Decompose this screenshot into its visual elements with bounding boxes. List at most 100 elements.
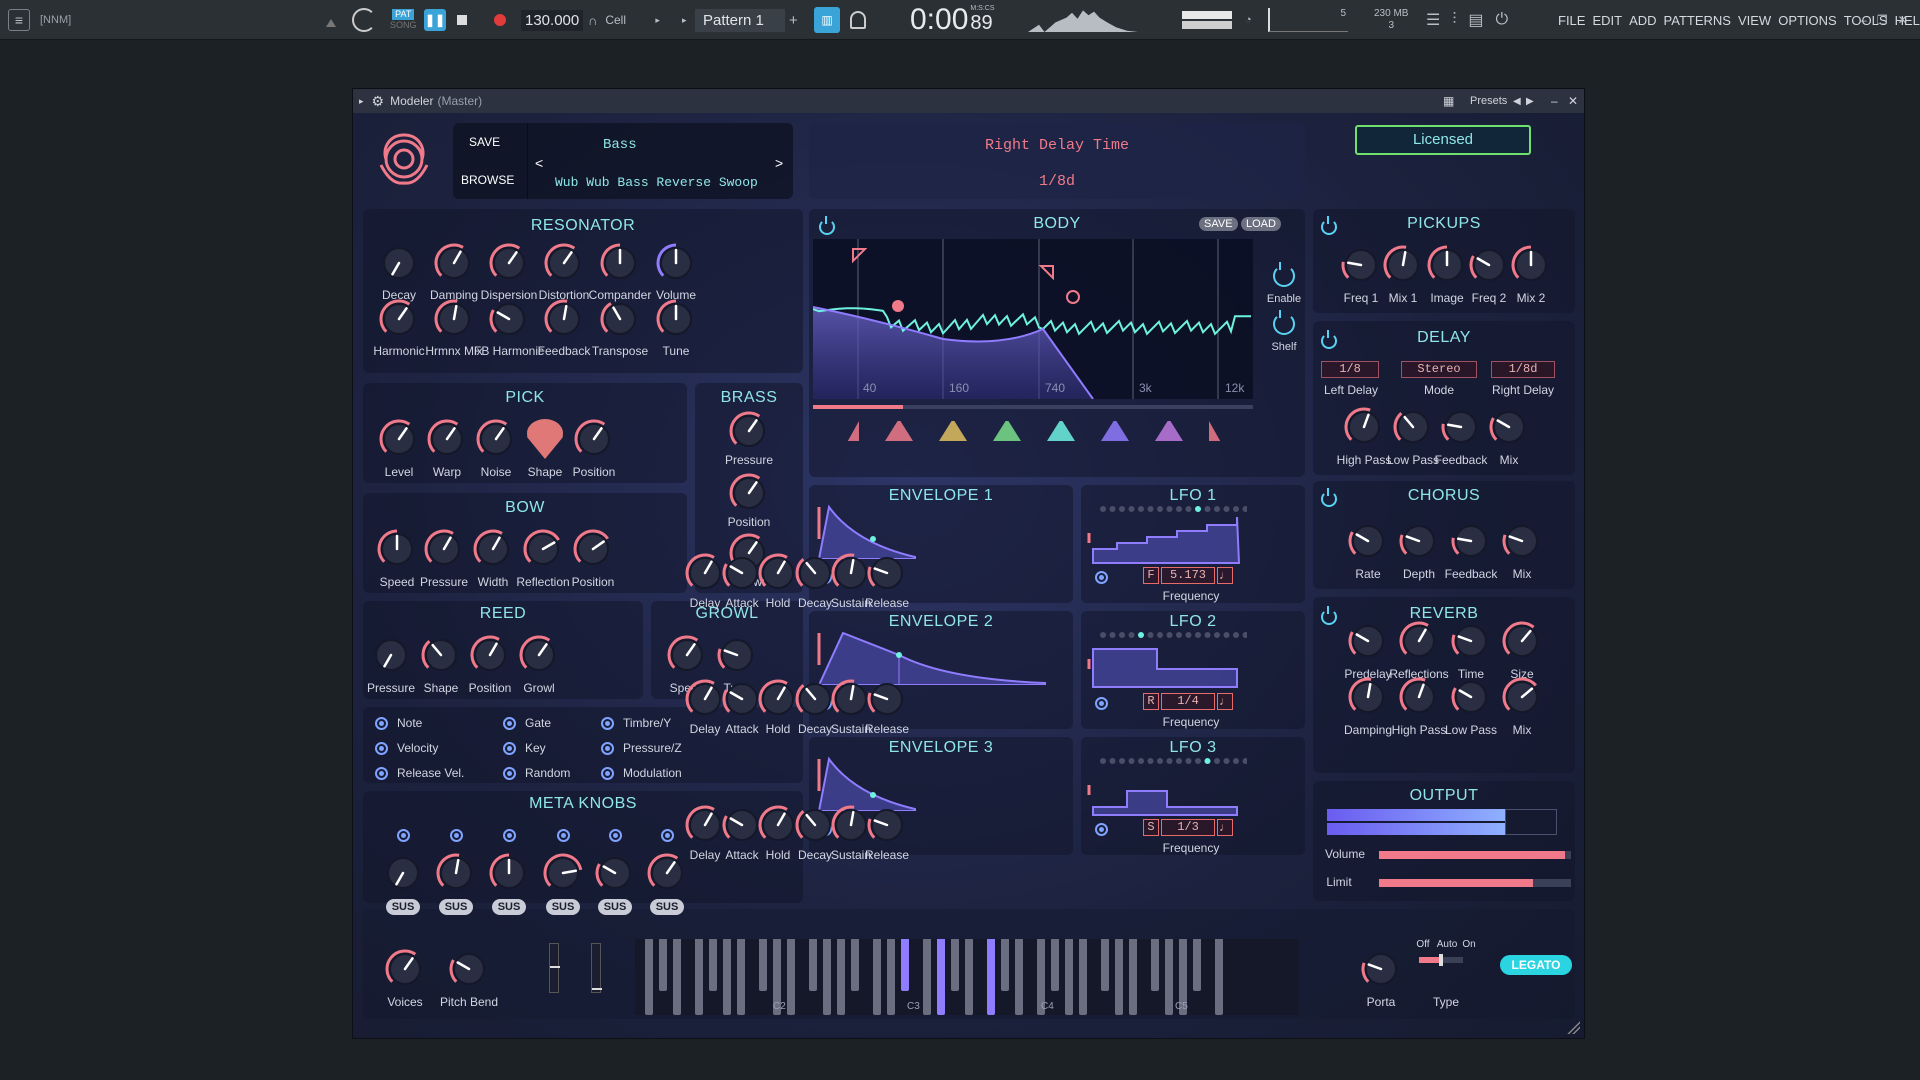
- maximize-icon[interactable]: ❐: [1877, 13, 1888, 27]
- pick-position-knob[interactable]: [573, 418, 615, 460]
- resonator-distortion-knob[interactable]: [543, 242, 585, 284]
- hint-bar-icon[interactable]: ≡: [8, 9, 30, 31]
- menu-file[interactable]: FILE: [1558, 13, 1585, 28]
- envelope-3-graph[interactable]: [815, 755, 1067, 812]
- resonator-fb-harmonic-knob[interactable]: [488, 298, 530, 340]
- snap-select[interactable]: Cell: [605, 13, 655, 27]
- piano-key[interactable]: [901, 939, 909, 991]
- pattern-arrow-icon[interactable]: ▸: [682, 15, 687, 26]
- meta-5-mod-radio[interactable]: [609, 829, 622, 842]
- body-filter-band-8-icon[interactable]: [1209, 421, 1237, 441]
- piano-key[interactable]: [965, 939, 973, 1015]
- body-filter-band-3-icon[interactable]: [939, 421, 967, 441]
- piano-key[interactable]: [1151, 939, 1159, 991]
- reverb-damping-2-knob[interactable]: [1347, 676, 1389, 718]
- mod-source-timbre-y-radio[interactable]: [601, 717, 614, 730]
- meta-3-sus-button[interactable]: SUS: [492, 899, 526, 915]
- reverb-size-knob[interactable]: [1501, 620, 1543, 662]
- meta-3-mod-radio[interactable]: [503, 829, 516, 842]
- mod-wheel[interactable]: [591, 943, 602, 993]
- meta-6-knob[interactable]: [646, 852, 688, 894]
- menu-patterns[interactable]: PATTERNS: [1664, 13, 1731, 28]
- playlist-icon[interactable]: ☰: [1426, 10, 1440, 30]
- channel-rack-icon[interactable]: ▤: [1468, 10, 1483, 30]
- piano-key[interactable]: [737, 939, 745, 1015]
- time-display[interactable]: 0:00: [910, 3, 968, 37]
- lfo-1-mod-radio[interactable]: [1095, 571, 1108, 584]
- menu-add[interactable]: ADD: [1629, 13, 1656, 28]
- meta-3-knob[interactable]: [488, 852, 530, 894]
- mod-source-key-radio[interactable]: [503, 742, 516, 755]
- lfo-3-mode[interactable]: S: [1143, 819, 1159, 836]
- piano-key[interactable]: [1129, 939, 1137, 1015]
- reverb-predelay-knob[interactable]: [1347, 620, 1389, 662]
- piano-key[interactable]: [1015, 939, 1023, 1015]
- body-range-slider[interactable]: [813, 405, 1253, 409]
- meta-1-mod-radio[interactable]: [397, 829, 410, 842]
- piano-key[interactable]: [1215, 939, 1223, 1015]
- piano-key[interactable]: [809, 939, 817, 991]
- piano-key[interactable]: [823, 939, 831, 1015]
- lfo-3-mod-radio[interactable]: [1095, 823, 1108, 836]
- left-delay-value[interactable]: 1/8: [1321, 361, 1379, 378]
- piano-key[interactable]: [1065, 939, 1073, 1015]
- stop-button[interactable]: [457, 15, 467, 25]
- snap-arrow-icon[interactable]: ▸: [655, 15, 660, 26]
- body-filter-band-4-icon[interactable]: [993, 421, 1021, 441]
- preset-category[interactable]: Bass: [603, 137, 637, 153]
- body-power-icon[interactable]: [819, 216, 835, 235]
- play-pause-button[interactable]: ❚❚: [424, 9, 446, 31]
- piano-key[interactable]: [759, 939, 767, 991]
- master-pitch[interactable]: [1182, 21, 1232, 29]
- piano-key[interactable]: [695, 939, 703, 1015]
- body-filter-band-1-icon[interactable]: [831, 421, 859, 441]
- resize-handle-icon[interactable]: [1566, 1020, 1580, 1034]
- volume-slider[interactable]: [1379, 851, 1571, 859]
- piano-key[interactable]: [659, 939, 667, 991]
- reed-growl-knob[interactable]: [518, 634, 560, 676]
- mod-source-random-radio[interactable]: [503, 767, 516, 780]
- growl-speed-knob[interactable]: [666, 634, 708, 676]
- piano-key[interactable]: [723, 939, 731, 1015]
- piano-key[interactable]: [673, 939, 681, 1015]
- delay-mode-value[interactable]: Stereo: [1401, 361, 1477, 378]
- portamento-type-switch[interactable]: [1419, 954, 1463, 966]
- meta-6-sus-button[interactable]: SUS: [650, 899, 684, 915]
- resonator-compander-knob[interactable]: [599, 242, 641, 284]
- body-graph[interactable]: 40 160 740 3k 12k: [812, 239, 1253, 400]
- record-button[interactable]: [494, 14, 506, 26]
- reverb-time-knob[interactable]: [1450, 620, 1492, 662]
- piano-key[interactable]: [1051, 939, 1059, 991]
- preset-next-button[interactable]: >: [775, 155, 783, 171]
- add-pattern-icon[interactable]: +: [789, 12, 798, 29]
- meta-5-knob[interactable]: [594, 852, 636, 894]
- browser-icon[interactable]: ▦: [1443, 94, 1454, 108]
- piano-key[interactable]: [887, 939, 895, 1015]
- reverb-reflections-knob[interactable]: [1398, 620, 1440, 662]
- envelope-2-release-knob[interactable]: [866, 678, 908, 720]
- reverb-high-pass-2-knob[interactable]: [1398, 676, 1440, 718]
- mod-source-note-radio[interactable]: [375, 717, 388, 730]
- bow-speed-knob[interactable]: [376, 528, 418, 570]
- body-filter-band-2-icon[interactable]: [885, 421, 913, 441]
- bow-reflection-knob[interactable]: [522, 528, 564, 570]
- brass-position-knob[interactable]: [728, 472, 770, 514]
- plugin-minimize-icon[interactable]: –: [1551, 94, 1558, 108]
- song-toggle[interactable]: SONG: [390, 20, 417, 31]
- resonator-dispersion-knob[interactable]: [488, 242, 530, 284]
- lfo-1-frequency-value[interactable]: 5.173: [1161, 567, 1215, 584]
- reed-position-knob[interactable]: [469, 634, 511, 676]
- lfo-2-mode[interactable]: R: [1143, 693, 1159, 710]
- pickups-mix-1-knob[interactable]: [1382, 244, 1424, 286]
- piano-key[interactable]: [1001, 939, 1009, 991]
- brass-pressure-knob[interactable]: [728, 410, 770, 452]
- portamento-knob[interactable]: [1360, 948, 1402, 990]
- piano-key[interactable]: [851, 939, 859, 991]
- resonator-decay-knob[interactable]: [378, 242, 420, 284]
- piano-key[interactable]: [937, 939, 945, 1015]
- preset-prev-icon[interactable]: ◀: [1513, 96, 1521, 107]
- lfo-1-mode[interactable]: F: [1143, 567, 1159, 584]
- lfo-2-sync-icon[interactable]: ♩: [1217, 693, 1233, 710]
- metronome-icon[interactable]: [326, 13, 336, 27]
- chorus-feedback-knob[interactable]: [1450, 520, 1492, 562]
